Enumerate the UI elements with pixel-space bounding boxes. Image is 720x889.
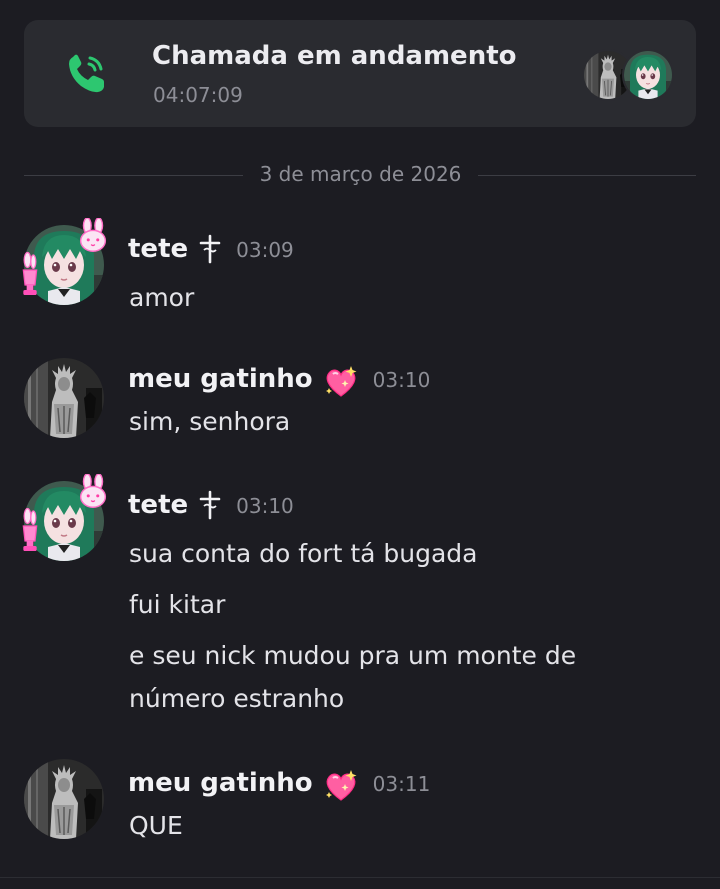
bunny-decoration-icon [74,474,112,512]
message-timestamp: 03:10 [236,494,294,518]
message-timestamp: 03:09 [236,238,294,262]
message-timestamp: 03:11 [372,772,431,796]
user-avatar[interactable] [18,352,114,448]
user-avatar[interactable] [18,753,114,849]
username[interactable]: meu gatinho [128,364,313,394]
sparkling-heart-icon [323,364,359,400]
date-label: 3 de março de 2026 [259,162,462,186]
message-text: fui kitar [129,590,226,619]
pink-figure-decoration-icon [20,251,40,299]
ongoing-call-banner[interactable]: Chamada em andamento 04:07:09 [24,20,696,127]
cross-icon [198,490,222,520]
username[interactable]: tete [128,234,188,264]
divider-line [24,175,243,176]
pink-figure-decoration-icon [20,507,40,555]
message-timestamp: 03:10 [372,368,431,392]
phone-call-icon [69,54,104,93]
message-text: e seu nick mudou pra um monte de [129,641,577,670]
message-text: número estranho [129,684,345,713]
call-participants[interactable] [582,49,674,101]
username[interactable]: meu gatinho [128,768,313,798]
date-divider: 3 de março de 2026 [24,162,696,188]
message-text: sua conta do fort tá bugada [129,539,478,568]
sparkling-heart-icon [323,768,359,804]
cross-icon [198,234,222,264]
user-avatar[interactable] [18,475,114,571]
username[interactable]: tete [128,490,188,520]
call-timer: 04:07:09 [153,83,243,107]
participant-avatar[interactable] [622,49,674,101]
divider-line [478,175,696,176]
message-text: amor [129,283,195,312]
call-title: Chamada em andamento [152,41,517,71]
composer-divider [0,877,720,878]
message-text: QUE [129,811,183,840]
bunny-decoration-icon [74,218,112,256]
message-text: sim, senhora [129,407,291,436]
user-avatar[interactable] [18,219,114,315]
